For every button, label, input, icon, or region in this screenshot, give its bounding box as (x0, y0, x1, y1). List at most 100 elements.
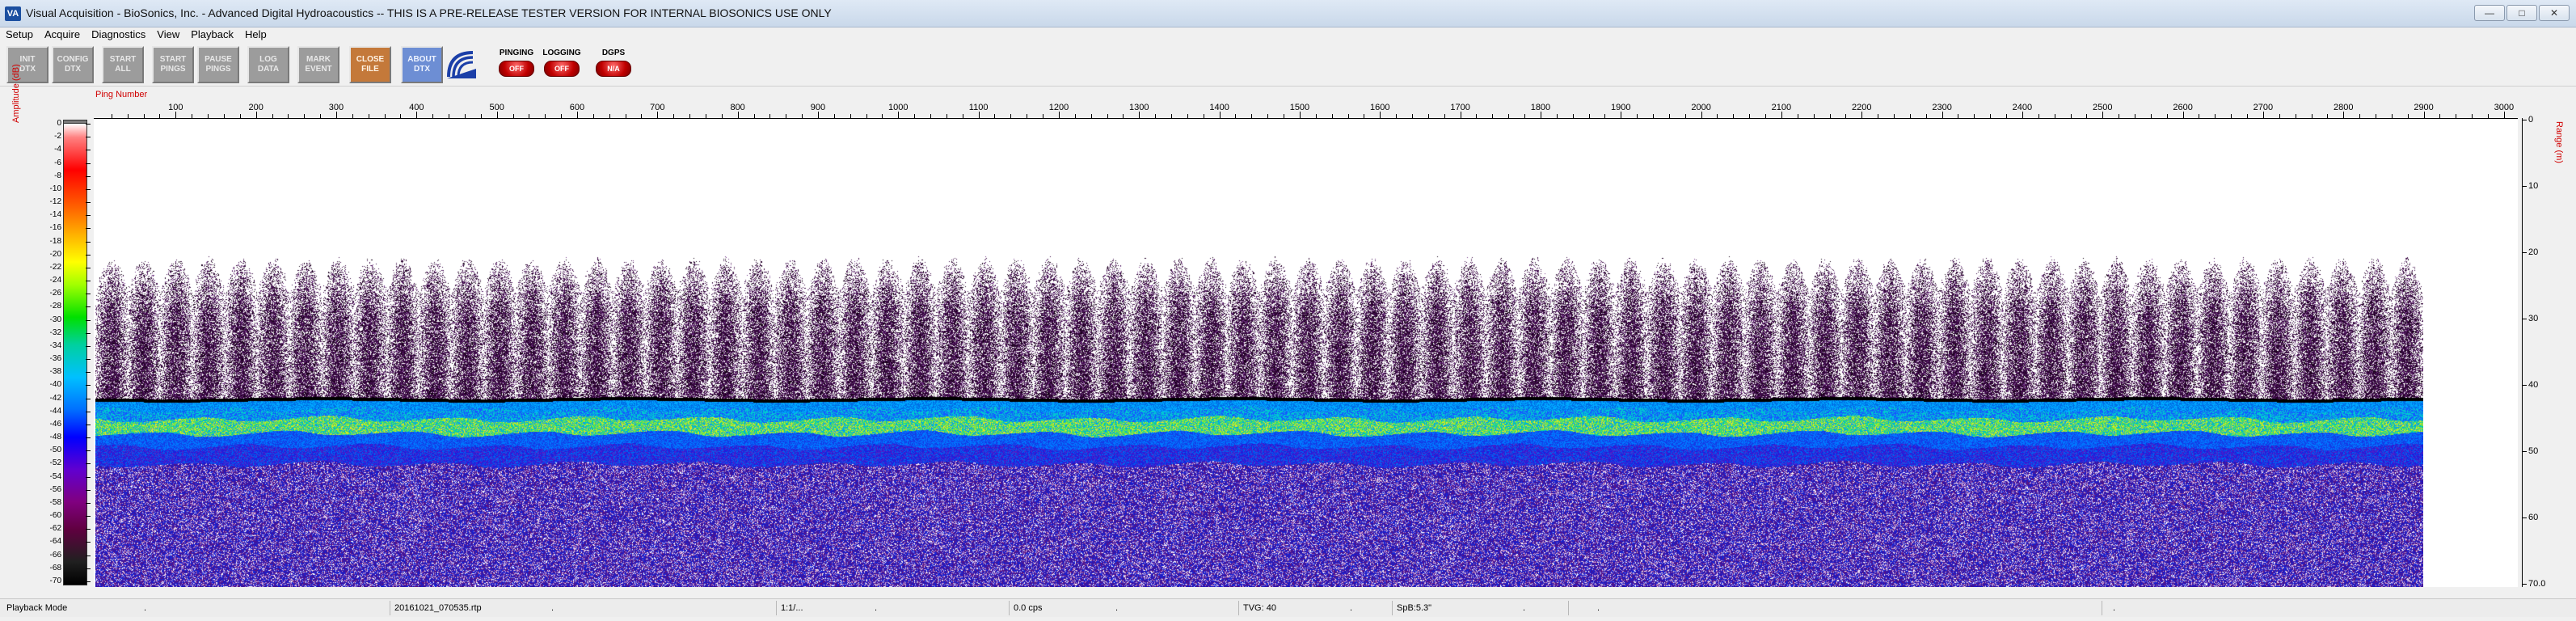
colorbar-tick-label: -40 (49, 380, 61, 390)
colorbar-tick-label: -44 (49, 406, 61, 416)
ping-axis-line (94, 118, 2518, 119)
title-bar: VA Visual Acquisition - BioSonics, Inc. … (0, 0, 2576, 27)
colorbar-tick-mark (86, 542, 91, 543)
colorbar-tick-label: -70 (49, 577, 61, 585)
range-tick-mark (2522, 252, 2527, 253)
colorbar-tick-mark (86, 529, 91, 530)
ping-minor-tick (2231, 114, 2232, 118)
ping-minor-tick (1990, 114, 1992, 118)
menu-diagnostics[interactable]: Diagnostics (86, 27, 151, 42)
ping-minor-tick (2472, 114, 2473, 118)
ping-minor-tick (673, 114, 675, 118)
ping-minor-tick (769, 114, 771, 118)
about-dtx-button[interactable]: ABOUT DTX (401, 46, 443, 83)
minimize-button[interactable]: — (2474, 5, 2505, 21)
ping-tick-mark (817, 112, 819, 118)
colorbar-tick-label: -60 (49, 511, 61, 521)
ping-minor-tick (1492, 114, 1494, 118)
ping-minor-tick (2070, 114, 2072, 118)
ping-tick-mark (2022, 112, 2023, 118)
echogram-canvas[interactable] (95, 118, 2423, 587)
colorbar-tick-label: -34 (49, 340, 61, 350)
range-tick-mark (2522, 385, 2527, 386)
menu-playback[interactable]: Playback (185, 27, 239, 42)
ping-tick-mark (737, 112, 739, 118)
menu-view[interactable]: View (151, 27, 185, 42)
range-tick-label: 40 (2528, 380, 2539, 390)
ping-minor-tick (721, 114, 723, 118)
app-icon: VA (5, 6, 21, 21)
ping-minor-tick (1668, 114, 1670, 118)
close-button[interactable]: ✕ (2539, 5, 2570, 21)
toolbar: INIT DTX CONFIG DTX START ALL START PING… (0, 42, 2576, 87)
colorbar-tick-label: -66 (49, 550, 61, 560)
ping-minor-tick (930, 114, 932, 118)
colorbar-tick-mark (86, 319, 91, 321)
colorbar-tick-mark (86, 228, 91, 230)
ping-tick-mark (2343, 112, 2345, 118)
start-pings-button[interactable]: START PINGS (152, 46, 194, 83)
colorbar-tick-mark (86, 502, 91, 504)
ping-tick-mark (2262, 112, 2264, 118)
config-dtx-button[interactable]: CONFIG DTX (52, 46, 94, 83)
ping-tick-mark (657, 112, 659, 118)
biosonics-logo-icon[interactable] (443, 47, 480, 82)
colorbar-tick-label: -62 (49, 524, 61, 534)
ping-minor-tick (2407, 114, 2409, 118)
menu-acquire[interactable]: Acquire (39, 27, 86, 42)
ping-minor-tick (1909, 114, 1911, 118)
ping-minor-tick (1010, 114, 1012, 118)
ping-tick-mark (1941, 112, 1943, 118)
status-cell5-tail: . (1350, 603, 1353, 613)
ping-minor-tick (320, 114, 322, 118)
status-separator (1238, 601, 1239, 615)
ping-minor-tick (1235, 114, 1237, 118)
colorbar-tick-mark (86, 345, 91, 347)
range-tick-mark (2522, 451, 2527, 452)
window-controls: — □ ✕ (2474, 5, 2570, 21)
ping-tick-mark (978, 112, 980, 118)
ping-minor-tick (1090, 114, 1092, 118)
range-tick-label: 70.0 (2528, 579, 2546, 589)
colorbar-tick-label: -28 (49, 302, 61, 311)
colorbar-tick-label: -64 (49, 537, 61, 547)
colorbar-tick-label: -54 (49, 471, 61, 481)
amplitude-axis-label: Amplitude (dB) (11, 64, 21, 123)
ping-minor-tick (1396, 114, 1398, 118)
status-file: 20161021_070535.rtp (394, 603, 482, 613)
maximize-button[interactable]: □ (2506, 5, 2537, 21)
ping-minor-tick (1717, 114, 1718, 118)
colorbar-tick-mark (86, 463, 91, 465)
ping-tick-mark (1701, 112, 1702, 118)
colorbar-tick-label: -26 (49, 289, 61, 298)
colorbar-tick-mark (86, 163, 91, 164)
colorbar-tick-mark (86, 175, 91, 177)
colorbar-tick-label: -10 (49, 184, 61, 193)
log-data-button[interactable]: LOG DATA (247, 46, 289, 83)
start-all-button[interactable]: START ALL (102, 46, 144, 83)
ping-tick-mark (496, 112, 498, 118)
range-tick-label: 20 (2528, 247, 2539, 257)
ping-minor-tick (432, 114, 434, 118)
range-tick-label: 10 (2528, 181, 2539, 191)
pause-pings-button[interactable]: PAUSE PINGS (197, 46, 239, 83)
menu-help[interactable]: Help (239, 27, 272, 42)
window-title: Visual Acquisition - BioSonics, Inc. - A… (26, 6, 832, 19)
ping-minor-tick (1508, 114, 1510, 118)
close-file-button[interactable]: CLOSE FILE (349, 46, 391, 83)
range-tick-label: 50 (2528, 446, 2539, 456)
ping-minor-tick (1427, 114, 1429, 118)
menu-setup[interactable]: Setup (0, 27, 39, 42)
ping-minor-tick (2150, 114, 2152, 118)
ping-minor-tick (689, 114, 691, 118)
ping-tick-mark (416, 112, 418, 118)
ping-tick-mark (576, 112, 578, 118)
ping-tick-mark (335, 112, 337, 118)
colorbar-tick-label: -68 (49, 563, 61, 572)
range-tick-label: 60 (2528, 513, 2539, 522)
ping-minor-tick (1925, 114, 1927, 118)
ping-minor-tick (1893, 114, 1895, 118)
ping-minor-tick (850, 114, 851, 118)
ping-minor-tick (159, 114, 161, 118)
mark-event-button[interactable]: MARK EVENT (297, 46, 339, 83)
